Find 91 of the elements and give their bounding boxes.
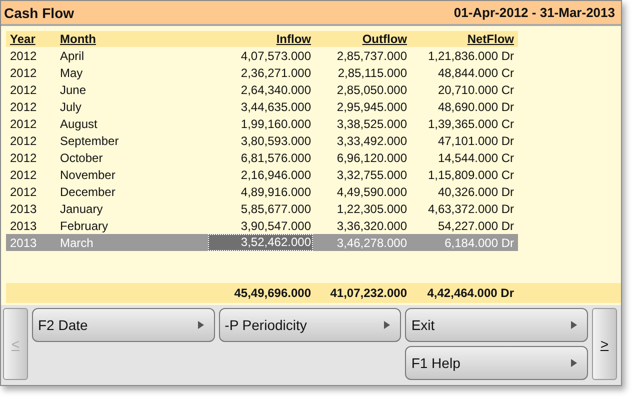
table-cell-text: 2012 <box>9 184 38 198</box>
table-cell-text: 6,81,576.000 <box>240 150 312 164</box>
window-title: Cash Flow <box>4 4 74 20</box>
column-header[interactable]: Inflow <box>156 32 313 46</box>
table-row[interactable]: 2013 January 5,85,677.000 1,22,305.000 4,63,372.000 Dr <box>6 200 518 217</box>
table-row[interactable]: 2012 July 3,44,635.000 2,95,945.000 48,690.000 Dr <box>6 98 518 115</box>
table-cell-text: October <box>59 150 104 164</box>
table-cell-text: 1,22,305.000 <box>336 202 408 216</box>
table-cell-text: 3,90,547.000 <box>240 218 312 232</box>
date-range: 01-Apr-2012 - 31-Mar-2013 <box>454 5 615 20</box>
table-cell-text: January <box>59 202 104 216</box>
table-cell-text: 4,07,573.000 <box>240 48 312 62</box>
table-cell-text: August <box>59 116 98 130</box>
column-header[interactable]: Month <box>56 32 156 46</box>
function-button[interactable]: Exit <box>405 308 588 342</box>
arrow-icon <box>198 321 204 329</box>
table-cell-text: 3,38,525.000 <box>336 116 408 130</box>
table-cell-text: 4,49,590.000 <box>336 184 408 198</box>
table-cell-text: 48,690.000 Dr <box>436 100 515 114</box>
scroll-right-button[interactable]: > <box>592 308 617 380</box>
table-cell-text: 6,184.000 Dr <box>444 236 515 250</box>
table-cell-text: 2,85,115.000 <box>336 66 408 80</box>
table-cell-text: 1,99,160.000 <box>240 116 312 130</box>
table-cell-text: 2012 <box>9 100 38 114</box>
table-cell-text: 14,544.000 Cr <box>436 150 515 164</box>
table-cell-text: 2012 <box>9 116 38 130</box>
table-cell-text: 2,85,050.000 <box>336 82 408 96</box>
table-cell-text: 3,36,320.000 <box>336 218 408 232</box>
arrow-icon <box>571 321 577 329</box>
table-cell-text: March <box>59 236 94 250</box>
table-row[interactable]: 2012 June 2,64,340.000 2,85,050.000 20,710.000 Cr <box>6 81 518 98</box>
table-cell-text: 2012 <box>9 134 38 148</box>
table-cell-text: May <box>59 66 84 80</box>
table-cell-text: 20,710.000 Cr <box>436 82 515 96</box>
table-cell-text: 2,16,946.000 <box>240 168 312 182</box>
table-cell-text: 2012 <box>9 150 38 164</box>
table-cell-text: 2012 <box>9 48 38 62</box>
table-cell-text: 3,80,593.000 <box>240 134 312 148</box>
table-cell: 3,52,462.000 <box>208 234 313 251</box>
total-inflow: 45,49,696.000 <box>233 286 312 300</box>
table-cell-text: 3,46,278.000 <box>336 236 408 250</box>
table-cell-text: 54,227.000 Dr <box>436 218 515 232</box>
table-cell-text: 3,32,755.000 <box>336 168 408 182</box>
table-row[interactable]: 2013 February 3,90,547.000 3,36,320.000 54,227.000 Dr <box>6 217 518 234</box>
table-cell-text: 4,89,916.000 <box>240 184 312 198</box>
table-cell-text: 2013 <box>9 218 38 232</box>
table-cell-text: 1,21,836.000 Dr <box>426 48 515 62</box>
column-header[interactable]: Year <box>6 32 56 46</box>
table-row[interactable]: 2012 April 4,07,573.000 2,85,737.000 1,21,836.000 Dr <box>6 47 518 64</box>
table-cell-text: 4,63,372.000 Dr <box>426 202 515 216</box>
table-cell-text: November <box>59 168 116 182</box>
table-row[interactable]: 2012 September 3,80,593.000 3,33,492.000 47,101.000 Dr <box>6 132 518 149</box>
column-header[interactable]: Outflow <box>313 32 409 46</box>
table-cell-text: 2012 <box>9 66 38 80</box>
function-button[interactable]: F1 Help <box>405 346 588 380</box>
table-row[interactable]: 2012 August 1,99,160.000 3,38,525.000 1,39,365.000 Cr <box>6 115 518 132</box>
table-cell-text: 3,44,635.000 <box>240 100 312 114</box>
table-cell-text: 2012 <box>9 168 38 182</box>
table-cell-text: 2013 <box>9 236 38 250</box>
table-cell-text: 47,101.000 Dr <box>436 134 515 148</box>
table-cell-text: 3,33,492.000 <box>336 134 408 148</box>
table-row[interactable]: 2012 October 6,81,576.000 6,96,120.000 14,544.000 Cr <box>6 149 518 166</box>
table-cell-text: 2,85,737.000 <box>336 48 408 62</box>
arrow-icon <box>571 359 577 367</box>
table-cell-text: September <box>59 134 120 148</box>
selected-row[interactable]: 2013 March 3,52,462.000 3,46,278.000 6,184.000 Dr <box>6 234 518 251</box>
table-cell-text: December <box>59 184 116 198</box>
table-cell-text: 2,95,945.000 <box>336 100 408 114</box>
table-cell-text: June <box>59 82 88 96</box>
table-cell-text: 2,64,340.000 <box>240 82 312 96</box>
table-cell-text: 2,36,271.000 <box>240 66 312 80</box>
table-row[interactable]: 2012 December 4,89,916.000 4,49,590.000 40,326.000 Dr <box>6 183 518 200</box>
table-cell-text: 1,15,809.000 Cr <box>426 168 515 182</box>
function-button[interactable]: -P Periodicity <box>218 308 402 342</box>
total-outflow: 41,07,232.000 <box>329 286 408 300</box>
function-button[interactable]: F2 Date <box>32 308 215 342</box>
table-cell-text: 48,844.000 Cr <box>436 66 515 80</box>
table-cell-text: July <box>59 100 82 114</box>
arrow-icon <box>384 321 390 329</box>
table-row[interactable]: 2012 November 2,16,946.000 3,32,755.000 1,15,809.000 Cr <box>6 166 518 183</box>
table-row[interactable]: 2012 May 2,36,271.000 2,85,115.000 48,844.000 Cr <box>6 64 518 81</box>
table-cell-text: 6,96,120.000 <box>336 150 408 164</box>
column-header[interactable]: NetFlow <box>409 32 516 46</box>
table-cell-text: April <box>59 48 86 62</box>
table-cell-text: 5,85,677.000 <box>240 202 312 216</box>
table-cell-text: February <box>59 218 110 232</box>
total-netflow: 4,42,464.000 Dr <box>426 286 515 300</box>
table-cell-text: 2013 <box>9 202 38 216</box>
table-cell-text: 40,326.000 Dr <box>436 184 515 198</box>
table-cell-text: 1,39,365.000 Cr <box>426 116 515 130</box>
table-cell-text: 2012 <box>9 82 38 96</box>
